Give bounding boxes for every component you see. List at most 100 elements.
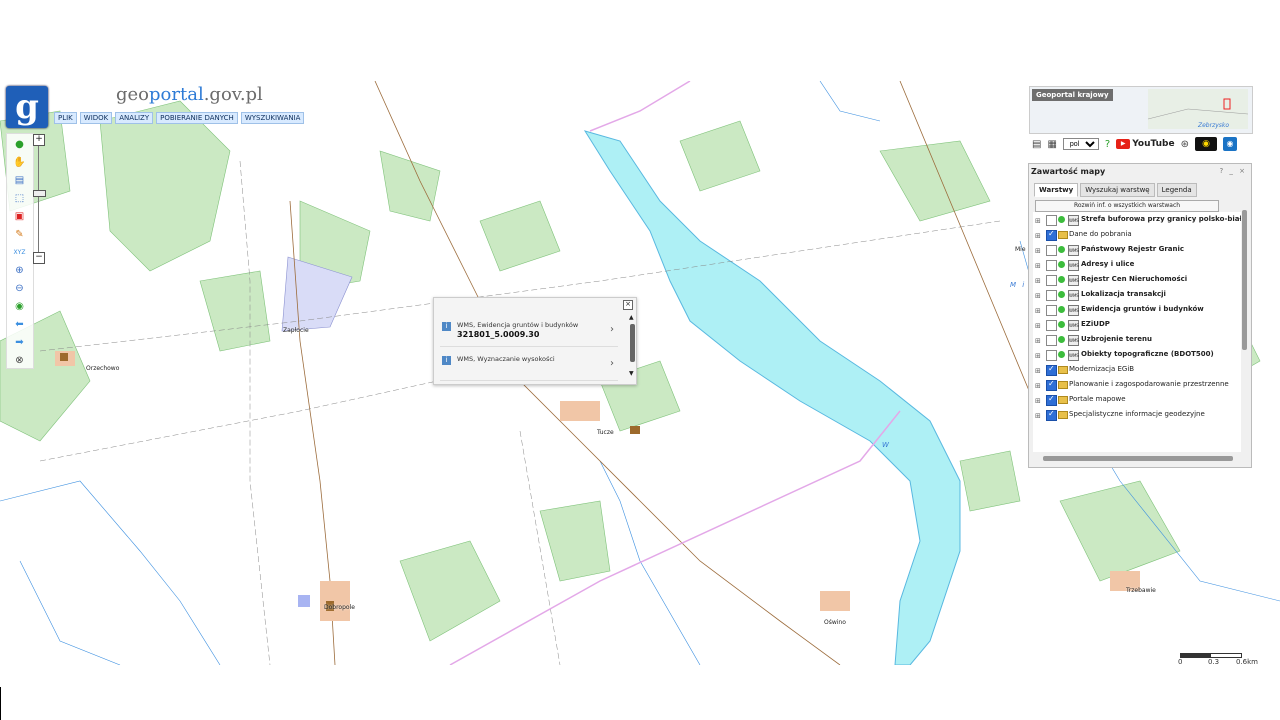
expand-all-button[interactable]: Rozwiń inf. o wszystkich warstwach [1035,200,1219,212]
layer-tree: ⊞ WMS Strefa buforowa przy granicy polsko-… [1033,212,1241,452]
layer-item[interactable]: ⊞ WMS EZiUDP [1033,319,1241,333]
menu-wyszukiwania[interactable]: WYSZUKIWANIA [240,112,305,124]
previous-view-icon[interactable]: ⬅ [13,318,26,331]
hscroll-thumb[interactable] [1043,456,1233,461]
geoportal-logo[interactable]: g [6,86,48,128]
expand-icon[interactable]: ⊞ [1035,277,1041,285]
layer-item[interactable]: ⊞ WMS Ewidencja gruntów i budynków [1033,304,1241,318]
pan-hand-icon[interactable]: ✋ [13,156,26,169]
popup-scroll-thumb[interactable] [630,324,635,362]
minimap[interactable]: Zebrzysko [1148,89,1248,129]
layer-item[interactable]: ⊞ WMS Uzbrojenie terenu [1033,334,1241,348]
tab-wyszukaj-warstwe[interactable]: Wyszukaj warstwę [1080,183,1155,197]
layer-checkbox[interactable] [1046,245,1057,256]
info-icon[interactable]: ● [13,138,26,151]
select-icon[interactable]: ⬚ [13,192,26,205]
expand-icon[interactable]: ⊞ [1035,307,1041,315]
legend-icon[interactable]: ▤ [13,174,26,187]
zoom-in-icon[interactable]: ⊕ [13,264,26,277]
layer-checkbox[interactable] [1046,394,1057,406]
popup-row[interactable]: i WMS, Ewidencja gruntów i budynków 3218… [440,318,618,347]
layer-item[interactable]: ⊞ Specjalistyczne informacje geodezyjne [1033,409,1241,423]
popup-row[interactable]: i WMS, Wyznaczanie wysokości › [440,352,618,381]
expand-icon[interactable]: ⊞ [1035,322,1041,330]
wms-icon: WMS [1068,275,1079,286]
zoom-out-icon[interactable]: ⊖ [13,282,26,295]
map-label-orzechowo: Orzechowo [86,365,120,372]
measure-icon[interactable]: ✎ [13,228,26,241]
layer-item[interactable]: ⊞ WMS Lokalizacja transakcji [1033,289,1241,303]
panel-window-buttons[interactable]: ? _ × [1219,167,1247,175]
layer-item[interactable]: ⊞ WMS Państwowy Rejestr Granic [1033,244,1241,258]
wms-icon[interactable]: ▦ [1047,139,1056,150]
language-select[interactable]: pol [1062,138,1099,150]
zoom-plus-button[interactable]: + [33,134,45,146]
layer-checkbox[interactable] [1046,364,1057,376]
expand-icon[interactable]: ⊞ [1035,367,1041,375]
expand-icon[interactable]: ⊞ [1035,262,1041,270]
popup-close-icon[interactable]: × [623,300,633,310]
expand-icon[interactable]: ⊞ [1035,352,1041,360]
layer-tree-hscroll[interactable] [1033,455,1241,462]
accessibility-icon[interactable]: ⊛ [1181,139,1189,150]
layer-checkbox[interactable] [1046,350,1057,361]
youtube-link[interactable]: ▶ YouTube [1116,139,1175,149]
scroll-down-icon[interactable]: ▼ [629,370,634,377]
menu-analizy[interactable]: ANALIZY [115,112,154,124]
expand-icon[interactable]: ⊞ [1035,337,1041,345]
layer-checkbox[interactable] [1046,215,1057,226]
layer-checkbox[interactable] [1046,305,1057,316]
layer-item[interactable]: ⊞ Portale mapowe [1033,394,1241,408]
layer-checkbox[interactable] [1046,290,1057,301]
menu-widok[interactable]: WIDOK [79,112,113,124]
geoportal-krajowy-label[interactable]: Geoportal krajowy [1032,89,1113,101]
popup-scrollbar[interactable]: ▲ ▼ [629,314,635,380]
tab-warstwy[interactable]: Warstwy [1034,183,1079,197]
layer-checkbox[interactable] [1046,260,1057,271]
view-eye-icon[interactable]: ◉ [1223,137,1237,151]
settings-icon[interactable]: ⊗ [13,354,26,367]
layer-item[interactable]: ⊞ WMS Rejestr Cen Nieruchomości [1033,274,1241,288]
full-extent-icon[interactable]: ◉ [13,300,26,313]
layer-checkbox[interactable] [1046,335,1057,346]
layer-item[interactable]: ⊞ Planowanie i zagospodarowanie przestrze… [1033,379,1241,393]
layer-name: Lokalizacja transakcji [1081,290,1166,298]
print-icon[interactable]: ▤ [1032,139,1041,150]
high-contrast-eye-icon[interactable]: ◉ [1195,137,1217,151]
layer-item[interactable]: ⊞ Modernizacja EGiB [1033,364,1241,378]
layer-item[interactable]: ⊞ WMS Obiekty topograficzne (BDOT500) [1033,349,1241,363]
menu-plik[interactable]: PLIK [54,112,77,124]
expand-icon[interactable]: ⊞ [1035,382,1041,390]
layer-status-icon [1058,351,1065,358]
zoom-thumb[interactable] [33,190,46,197]
layer-checkbox[interactable] [1046,379,1057,391]
help-icon[interactable]: ? [1105,139,1110,150]
scroll-up-icon[interactable]: ▲ [629,314,634,321]
expand-icon[interactable]: ⊞ [1035,412,1041,420]
layer-checkbox[interactable] [1046,409,1057,421]
expand-icon[interactable]: ⊞ [1035,292,1041,300]
layer-checkbox[interactable] [1046,320,1057,331]
next-view-icon[interactable]: ➡ [13,336,26,349]
layer-checkbox[interactable] [1046,229,1057,241]
expand-icon[interactable]: ⊞ [1035,232,1041,240]
tab-legenda[interactable]: Legenda [1156,183,1197,197]
layer-tree-vscroll[interactable] [1242,198,1248,452]
layer-item[interactable]: ⊞ Dane do pobrania [1033,229,1241,243]
layer-item[interactable]: ⊞ WMS Strefa buforowa przy granicy polsko-… [1033,214,1241,228]
expand-icon[interactable]: ⊞ [1035,397,1041,405]
expand-icon[interactable]: ⊞ [1035,217,1041,225]
vscroll-thumb[interactable] [1242,210,1247,350]
zoom-slider[interactable]: + − [33,134,46,264]
forest-area [479,200,561,272]
coordinates-icon[interactable]: XYZ [13,246,26,259]
overview-map[interactable]: Geoportal krajowy Zebrzysko [1029,86,1253,134]
layer-checkbox[interactable] [1046,275,1057,286]
expand-icon[interactable]: ⊞ [1035,247,1041,255]
menu-pobieranie-danych[interactable]: POBIERANIE DANYCH [156,112,238,124]
zoom-minus-button[interactable]: − [33,252,45,264]
wms-icon: WMS [1068,260,1079,271]
layer-item[interactable]: ⊞ WMS Adresy i ulice [1033,259,1241,273]
clear-selection-icon[interactable]: ▣ [13,210,26,223]
forest-area [539,500,611,582]
